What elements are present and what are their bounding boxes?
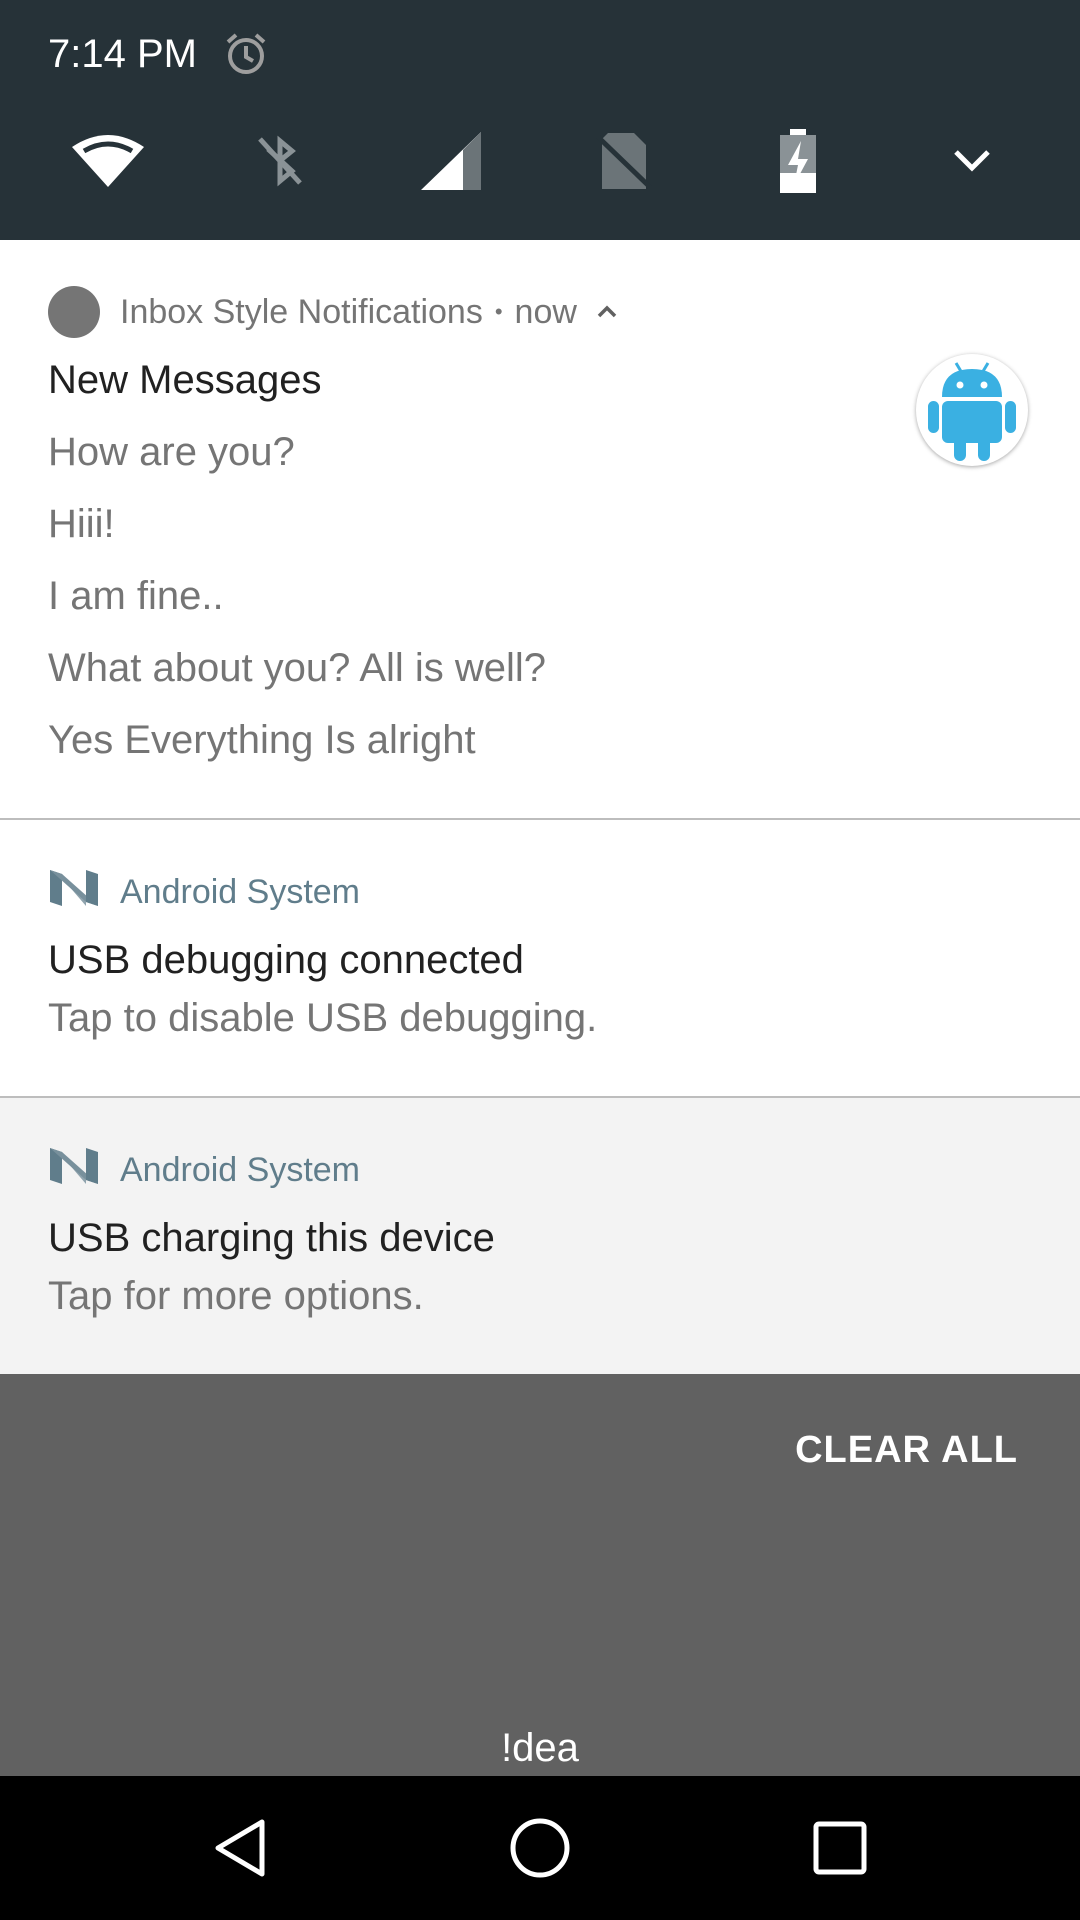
inbox-line: I am fine.. — [48, 574, 224, 618]
battery-charging-icon — [780, 129, 816, 193]
carrier-label: !dea — [501, 1726, 579, 1770]
clear-all-button[interactable]: CLEAR ALL — [795, 1420, 1018, 1480]
wifi-tile[interactable] — [68, 126, 148, 196]
large-icon — [916, 354, 1028, 466]
wifi-icon — [72, 135, 144, 187]
notification-header: Inbox Style Notifications • now — [120, 286, 621, 338]
collapse-chevron-icon[interactable] — [593, 302, 621, 322]
app-icon — [48, 286, 100, 338]
notification-time: now — [514, 293, 577, 331]
cellular-tile[interactable] — [412, 126, 492, 196]
android-robot-icon — [928, 362, 1016, 461]
inbox-line: What about you? All is well? — [48, 646, 547, 690]
notification-title: USB debugging connected — [48, 938, 524, 982]
recents-square-icon — [813, 1821, 867, 1875]
bluetooth-off-icon — [258, 135, 302, 187]
bluetooth-tile[interactable] — [240, 126, 320, 196]
signal-icon — [421, 132, 481, 190]
quick-settings-header: 7:14 PM — [0, 0, 1080, 240]
inbox-line: Hiii! — [48, 502, 115, 546]
android-n-logo-icon — [50, 1148, 98, 1184]
home-circle-icon — [510, 1818, 570, 1878]
app-name: Android System — [120, 1151, 360, 1189]
separator-dot: • — [494, 299, 503, 324]
inbox-line: Yes Everything Is alright — [48, 718, 476, 762]
notification-inbox[interactable]: Inbox Style Notifications • now New Mess… — [0, 240, 1080, 820]
notification-usb-charging[interactable]: Android System USB charging this device … — [0, 1098, 1080, 1374]
back-triangle-icon — [215, 1819, 265, 1877]
notification-title: USB charging this device — [48, 1216, 495, 1260]
notification-header: Android System — [120, 866, 360, 918]
status-time: 7:14 PM — [48, 32, 197, 76]
notification-text: Tap for more options. — [48, 1274, 424, 1318]
navigation-bar — [0, 1776, 1080, 1920]
back-button[interactable] — [200, 1808, 280, 1888]
expand-quick-settings[interactable] — [932, 126, 1012, 196]
app-name: Android System — [120, 873, 360, 911]
app-name: Inbox Style Notifications — [120, 293, 483, 331]
no-sim-icon — [594, 133, 654, 191]
notification-usb-debugging[interactable]: Android System USB debugging connected T… — [0, 820, 1080, 1098]
sim-tile[interactable] — [584, 126, 664, 196]
battery-tile[interactable] — [758, 126, 838, 196]
notification-title: New Messages — [48, 358, 322, 402]
notification-text: Tap to disable USB debugging. — [48, 996, 598, 1040]
expand-chevron-icon — [954, 150, 990, 172]
android-n-logo-icon — [50, 870, 98, 906]
inbox-line: How are you? — [48, 430, 295, 474]
home-button[interactable] — [500, 1808, 580, 1888]
alarm-clock-icon — [226, 33, 266, 74]
recents-button[interactable] — [800, 1808, 880, 1888]
notification-header: Android System — [120, 1144, 360, 1196]
